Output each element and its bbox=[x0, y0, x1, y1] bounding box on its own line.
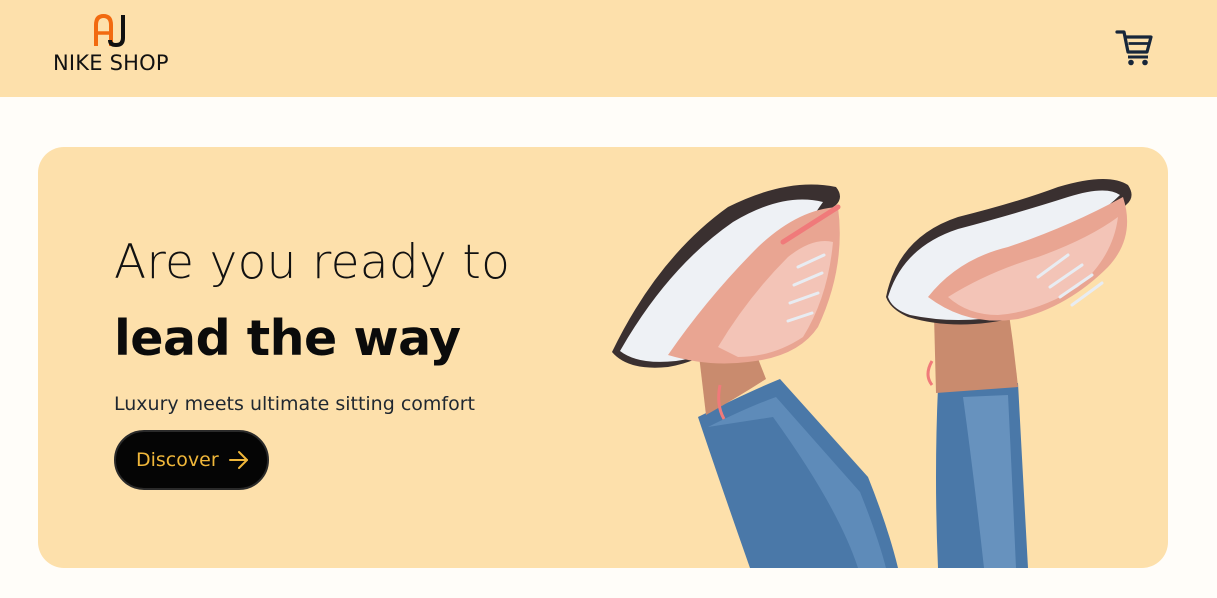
sneakers-image bbox=[612, 178, 1132, 568]
hero-banner: Are you ready to lead the way Luxury mee… bbox=[38, 147, 1168, 568]
hero-subtitle: Luxury meets ultimate sitting comfort bbox=[114, 393, 475, 415]
site-header: NIKE SHOP bbox=[0, 0, 1217, 97]
discover-button-label: Discover bbox=[136, 449, 219, 471]
brand-name: NIKE SHOP bbox=[53, 51, 169, 75]
brand-logo-icon bbox=[94, 13, 125, 47]
hero-headline-line2: lead the way bbox=[114, 310, 461, 367]
hero-headline-line1: Are you ready to bbox=[114, 235, 511, 290]
discover-button[interactable]: Discover bbox=[114, 430, 269, 490]
arrow-right-icon bbox=[228, 451, 248, 469]
cart-button[interactable] bbox=[1114, 26, 1156, 68]
shopping-cart-icon bbox=[1115, 30, 1153, 66]
